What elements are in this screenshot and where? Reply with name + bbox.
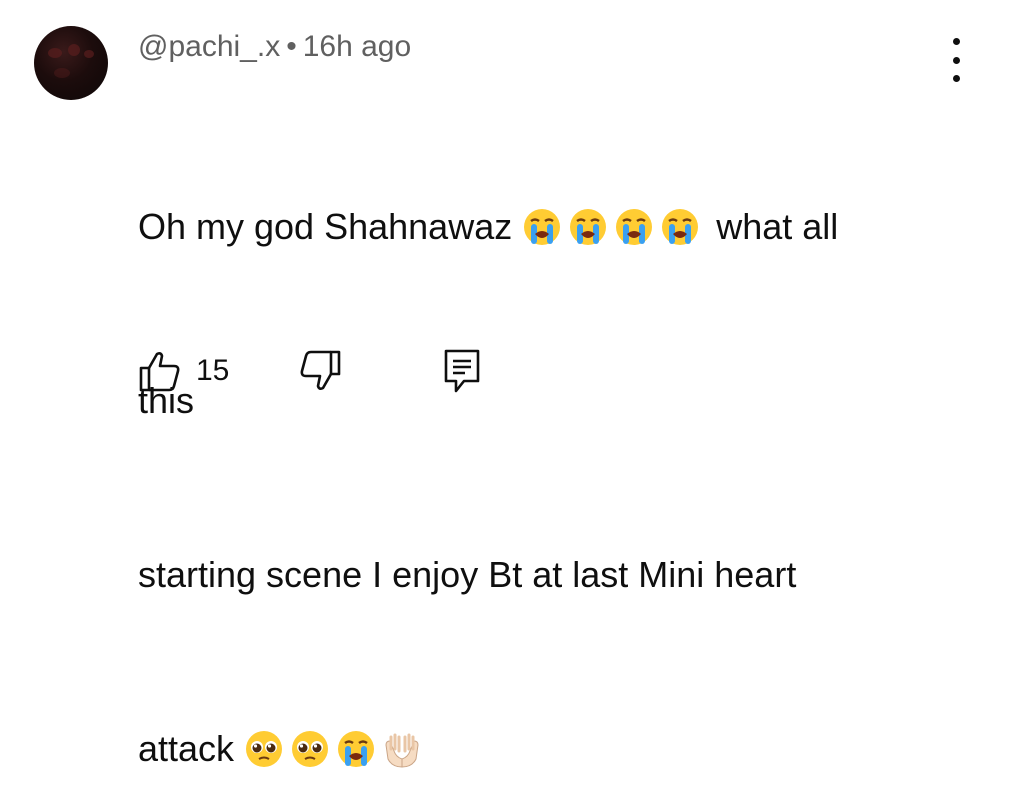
loudly-crying-face-icon xyxy=(616,209,653,245)
timestamp[interactable]: 16h ago xyxy=(303,30,411,63)
comment-line-3: starting scene I enjoy Bt at last Mini h… xyxy=(138,554,797,595)
menu-dot xyxy=(952,56,960,64)
loudly-crying-face-icon xyxy=(338,731,375,767)
comment-text: Oh my god Shahnawaz what all this starti… xyxy=(138,82,928,808)
comment-actions: 15 xyxy=(138,346,638,396)
menu-dot xyxy=(952,75,960,82)
palms-up-together-icon xyxy=(385,733,419,768)
like-count: 15 xyxy=(196,354,230,387)
comment-header: @pachi_.x • 16h ago xyxy=(138,30,411,64)
pleading-face-icon xyxy=(292,731,329,767)
loudly-crying-face-icon xyxy=(662,209,699,245)
pleading-face-icon xyxy=(246,731,283,767)
comment-line-4: attack xyxy=(138,720,928,778)
thumbs-up-icon[interactable] xyxy=(138,350,182,392)
thumbs-down-icon[interactable] xyxy=(298,350,342,392)
comment-line-1: Oh my god Shahnawaz what all xyxy=(138,206,839,247)
more-vert-icon[interactable] xyxy=(940,38,972,82)
loudly-crying-face-icon xyxy=(524,209,561,245)
reply-icon[interactable] xyxy=(442,348,482,394)
menu-dot xyxy=(952,38,960,45)
username[interactable]: @pachi_.x xyxy=(138,30,280,63)
separator-dot: • xyxy=(286,30,297,63)
avatar[interactable] xyxy=(34,26,108,100)
loudly-crying-face-icon xyxy=(570,209,607,245)
